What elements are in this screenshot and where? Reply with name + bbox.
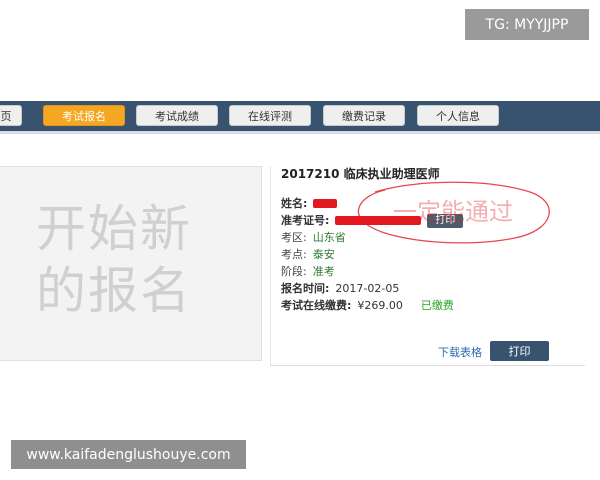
stage-label: 阶段: [281, 265, 307, 278]
tab-payment-records[interactable]: 缴费记录 [323, 105, 405, 126]
tab-personal-info[interactable]: 个人信息 [417, 105, 499, 126]
panel-divider [270, 166, 271, 366]
fee-value: ¥269.00 [357, 299, 403, 312]
download-form-link[interactable]: 下载表格 [438, 344, 482, 360]
nav-bar: 页 考试报名 考试成绩 在线评测 缴费记录 个人信息 [0, 101, 600, 134]
id-label: 准考证号: [281, 214, 330, 227]
annotation-text: 一定能通过 [393, 198, 513, 226]
tg-badge: TG: MYYJJPP [465, 9, 589, 40]
time-label: 报名时间: [281, 282, 330, 295]
name-redaction [313, 199, 338, 208]
stage-row: 阶段: 准考 [281, 263, 581, 280]
site-watermark: www.kaifadenglushouye.com [11, 440, 246, 469]
new-registration-line2: 的报名 [36, 262, 192, 320]
tab-home[interactable]: 页 [0, 105, 22, 126]
site-label: 考点: [281, 248, 307, 261]
handwritten-annotation: 一定能通过 [357, 181, 550, 244]
site-row: 考点: 泰安 [281, 246, 581, 263]
time-value: 2017-02-05 [335, 282, 400, 295]
tab-online-assessment[interactable]: 在线评测 [229, 105, 311, 126]
region-label: 考区: [281, 231, 307, 244]
new-registration-line1: 开始新 [36, 200, 192, 258]
site-value: 泰安 [312, 248, 335, 261]
name-label: 姓名: [281, 197, 308, 210]
region-value: 山东省 [312, 231, 346, 244]
print-button[interactable]: 打印 [490, 341, 549, 361]
tab-exam-registration[interactable]: 考试报名 [43, 105, 125, 126]
fee-status: 已缴费 [420, 299, 454, 312]
time-row: 报名时间: 2017-02-05 [281, 280, 581, 297]
new-registration-text[interactable]: 开始新 的报名 [36, 198, 236, 322]
nav-underline [0, 131, 600, 134]
fee-row: 考试在线缴费: ¥269.00 已缴费 [281, 297, 581, 314]
bottom-divider [270, 365, 585, 366]
stage-value: 准考 [312, 265, 335, 278]
fee-label: 考试在线缴费: [281, 299, 352, 312]
tab-exam-scores[interactable]: 考试成绩 [136, 105, 218, 126]
